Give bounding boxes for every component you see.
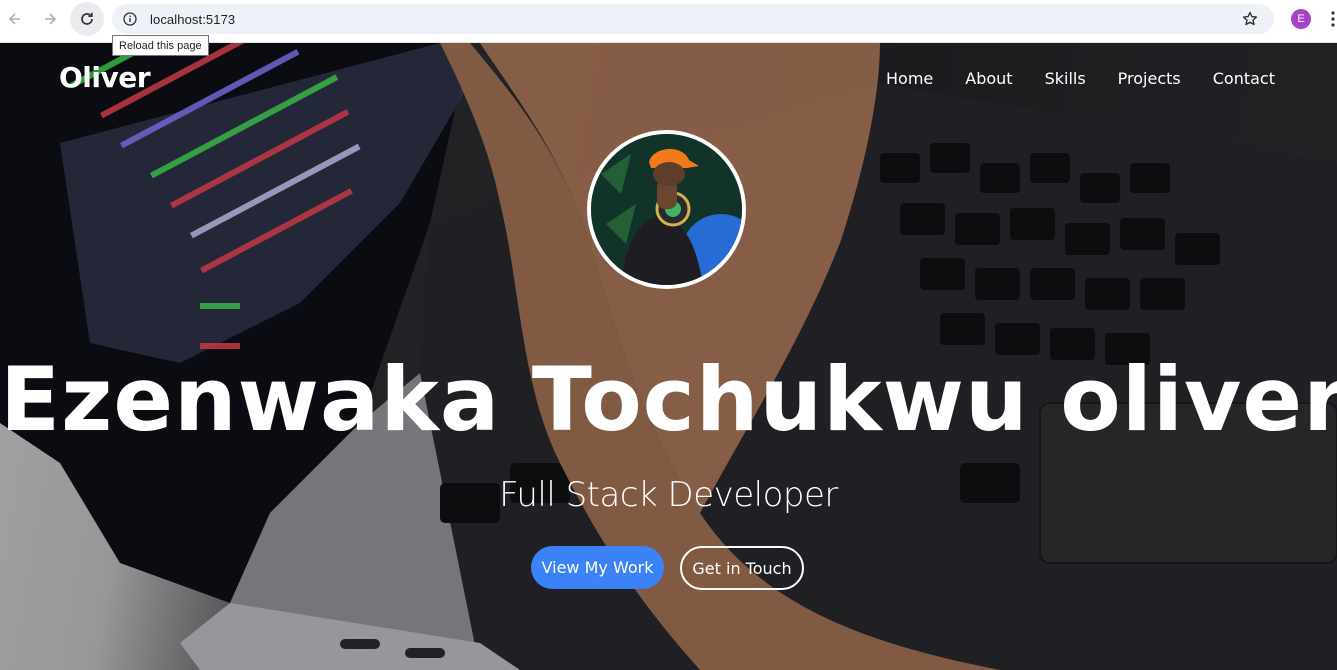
get-in-touch-button[interactable]: Get in Touch: [680, 546, 804, 590]
forward-arrow-icon: [45, 13, 57, 25]
back-arrow-icon: [8, 13, 20, 25]
profile-avatar[interactable]: E: [1291, 9, 1311, 29]
url-text[interactable]: localhost:5173: [150, 12, 235, 27]
forward-button[interactable]: [33, 2, 67, 36]
hero-section: Oliver Home About Skills Projects Contac…: [0, 43, 1337, 670]
bookmark-star-icon[interactable]: [1242, 11, 1258, 27]
reload-tooltip: Reload this page: [112, 35, 209, 56]
back-button[interactable]: [0, 2, 32, 36]
nav-about[interactable]: About: [965, 69, 1012, 88]
hero-name: Ezenwaka Tochukwu oliver: [0, 348, 1337, 451]
reload-icon: [81, 12, 93, 25]
site-nav: Home About Skills Projects Contact: [886, 69, 1275, 88]
hero-subtitle: Full Stack Developer: [499, 475, 838, 515]
reload-button[interactable]: [70, 2, 104, 36]
nav-home[interactable]: Home: [886, 69, 933, 88]
site-info-icon[interactable]: [123, 12, 137, 26]
nav-contact[interactable]: Contact: [1213, 69, 1275, 88]
view-my-work-button[interactable]: View My Work: [531, 546, 664, 589]
menu-kebab-icon[interactable]: [1331, 10, 1335, 28]
nav-skills[interactable]: Skills: [1045, 69, 1086, 88]
profile-photo: [587, 130, 746, 289]
site-logo[interactable]: Oliver: [59, 61, 151, 94]
nav-projects[interactable]: Projects: [1118, 69, 1181, 88]
address-bar[interactable]: localhost:5173: [112, 4, 1274, 34]
